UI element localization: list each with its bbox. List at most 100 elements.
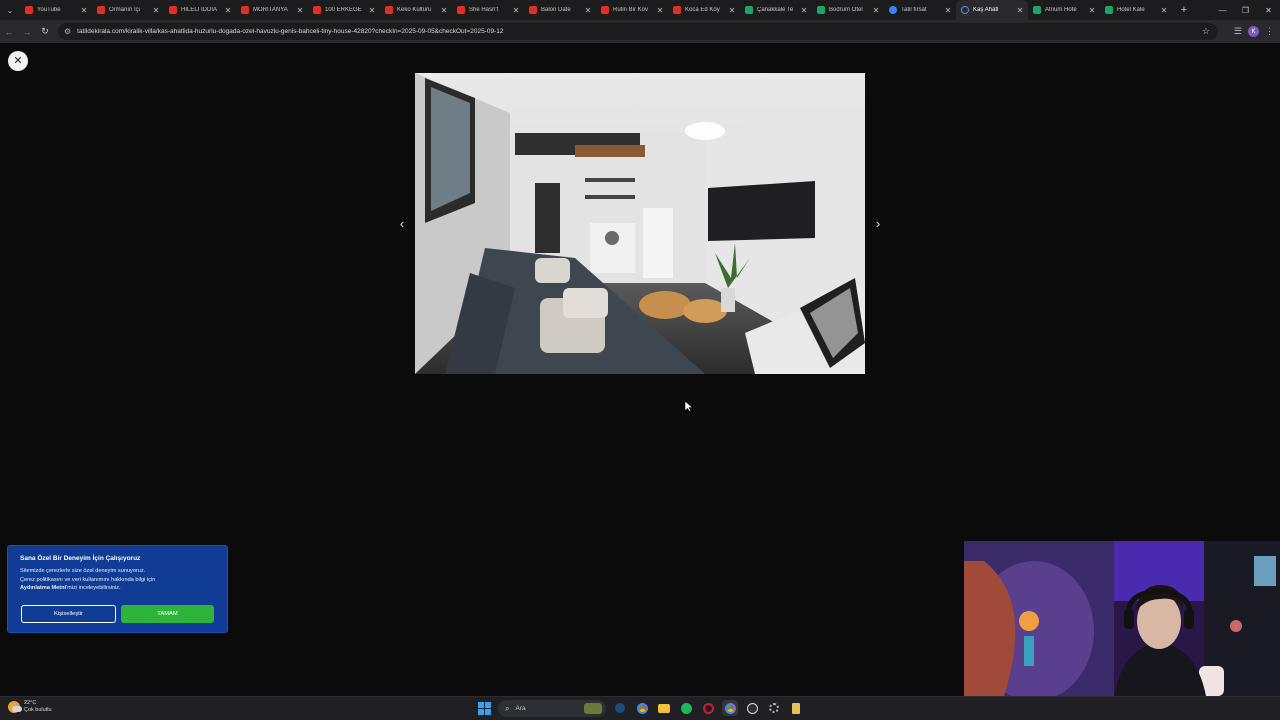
obs-icon[interactable] bbox=[744, 700, 760, 716]
new-tab-button[interactable]: + bbox=[1176, 4, 1192, 16]
browser-tab-strip: ⌄ YouTube ✕ Ormanın İçi ✕ HİLELİ İDDİA ✕ MORIT… bbox=[0, 0, 1280, 20]
cookie-body: Sitemizde çerezlerle size özel deneyim s… bbox=[20, 567, 215, 593]
tab-label: Atrium Hote bbox=[1045, 7, 1077, 13]
close-tab-icon[interactable]: ✕ bbox=[80, 6, 88, 15]
browser-tab[interactable]: Balon Date ✕ bbox=[524, 0, 596, 20]
close-tab-icon[interactable]: ✕ bbox=[1160, 6, 1168, 15]
bookmark-star-icon[interactable]: ☆ bbox=[1202, 26, 1210, 37]
os-taskbar: 22°C Çok bulutlu ⌕ Ara bbox=[0, 696, 1280, 720]
sheet-icon bbox=[1033, 6, 1041, 14]
cookie-actions: Kişiselleştir TAMAM bbox=[21, 605, 214, 623]
close-lightbox-button[interactable]: ✕ bbox=[8, 51, 28, 71]
cookie-line-3-rest: 'mizi inceleyebilirsiniz. bbox=[66, 585, 121, 591]
close-tab-icon[interactable]: ✕ bbox=[368, 6, 376, 15]
browser-toolbar: ← → ↻ ⚙ tatildekirala.com/kiralik-villa/… bbox=[0, 20, 1280, 43]
accept-button[interactable]: TAMAM bbox=[121, 605, 214, 623]
youtube-icon bbox=[97, 6, 105, 14]
browser-tab[interactable]: Koca Ed Köy ✕ bbox=[668, 0, 740, 20]
tab-search-button[interactable]: ⌄ bbox=[0, 0, 20, 20]
opera-icon[interactable] bbox=[700, 700, 716, 716]
youtube-icon bbox=[385, 6, 393, 14]
youtube-icon bbox=[313, 6, 321, 14]
windows-start-icon[interactable] bbox=[478, 702, 491, 715]
restore-icon[interactable]: ❐ bbox=[1234, 0, 1257, 20]
minimize-icon[interactable]: — bbox=[1211, 0, 1234, 20]
close-tab-icon[interactable]: ✕ bbox=[512, 6, 520, 15]
close-tab-icon[interactable]: ✕ bbox=[728, 6, 736, 15]
tab-list: YouTube ✕ Ormanın İçi ✕ HİLELİ İDDİA ✕ MORITAN… bbox=[20, 0, 1172, 20]
browser-tab[interactable]: Rutin Bir Kov ✕ bbox=[596, 0, 668, 20]
close-tab-icon[interactable]: ✕ bbox=[1016, 6, 1024, 15]
close-tab-icon[interactable]: ✕ bbox=[440, 6, 448, 15]
close-tab-icon[interactable]: ✕ bbox=[800, 6, 808, 15]
chrome-active-icon[interactable] bbox=[722, 700, 738, 716]
browser-tab[interactable]: Hotel Kale ✕ bbox=[1100, 0, 1172, 20]
cookie-line-2: Çerez politikasını ve veri kullanımını h… bbox=[20, 576, 156, 583]
youtube-icon bbox=[457, 6, 465, 14]
site-info-icon[interactable]: ⚙ bbox=[64, 27, 71, 36]
cookie-line-3: Aydınlatma Metni'mizi inceleyebilirsiniz… bbox=[20, 584, 215, 593]
taskbar-search-placeholder: Ara bbox=[515, 705, 526, 712]
youtube-icon bbox=[241, 6, 249, 14]
address-bar[interactable]: ⚙ tatildekirala.com/kiralik-villa/kas-ah… bbox=[58, 23, 1218, 40]
taskbar-search[interactable]: ⌕ Ara bbox=[498, 700, 606, 717]
next-photo-icon[interactable]: › bbox=[871, 216, 885, 231]
forward-icon[interactable]: → bbox=[18, 23, 36, 41]
previous-photo-icon[interactable]: ‹ bbox=[395, 216, 409, 231]
close-tab-icon[interactable]: ✕ bbox=[296, 6, 304, 15]
browser-tab[interactable]: Atrium Hote ✕ bbox=[1028, 0, 1100, 20]
media-control-icon[interactable]: ☰ bbox=[1234, 26, 1242, 37]
search-icon: ⌕ bbox=[505, 703, 510, 713]
tab-label: Çanakkale Te bbox=[757, 7, 794, 13]
tab-label: MORITANYA bbox=[253, 7, 288, 13]
browser-tab[interactable]: 100 ERKEĞE ✕ bbox=[308, 0, 380, 20]
profile-avatar[interactable]: K bbox=[1248, 26, 1259, 37]
tab-label: Kaş Ahatl bbox=[973, 7, 999, 13]
privacy-notice-link[interactable]: Aydınlatma Metni bbox=[20, 585, 66, 591]
weather-widget[interactable]: 22°C Çok bulutlu bbox=[8, 700, 52, 714]
menu-kebab-icon[interactable]: ⋮ bbox=[1265, 26, 1274, 37]
close-tab-icon[interactable]: ✕ bbox=[152, 6, 160, 15]
file-explorer-icon[interactable] bbox=[656, 700, 672, 716]
browser-tab[interactable]: Çanakkale Te ✕ bbox=[740, 0, 812, 20]
tab-label: Hotel Kale bbox=[1117, 7, 1145, 13]
weather-cloud-icon bbox=[8, 701, 22, 713]
browser-tab[interactable]: She Hasn't ✕ bbox=[452, 0, 524, 20]
close-tab-icon[interactable]: ✕ bbox=[224, 6, 232, 15]
search-highlight-image bbox=[584, 703, 602, 714]
chrome-icon[interactable] bbox=[634, 700, 650, 716]
settings-gear-icon[interactable] bbox=[766, 700, 782, 716]
browser-tab[interactable]: MORITANYA ✕ bbox=[236, 0, 308, 20]
customize-button[interactable]: Kişiselleştir bbox=[21, 605, 116, 623]
steam-icon[interactable] bbox=[612, 700, 628, 716]
close-tab-icon[interactable]: ✕ bbox=[1088, 6, 1096, 15]
back-icon[interactable]: ← bbox=[0, 23, 18, 41]
tab-label: Ormanın İçi bbox=[109, 7, 141, 13]
youtube-icon bbox=[673, 6, 681, 14]
close-tab-icon[interactable]: ✕ bbox=[584, 6, 592, 15]
tab-label: Tatil fırsat bbox=[901, 7, 927, 13]
browser-tab[interactable]: Keko Kültürü ✕ bbox=[380, 0, 452, 20]
close-tab-icon[interactable]: ✕ bbox=[656, 6, 664, 15]
close-tab-icon[interactable]: ✕ bbox=[872, 6, 880, 15]
youtube-icon bbox=[601, 6, 609, 14]
weather-condition: Çok bulutlu bbox=[24, 707, 52, 713]
browser-tab[interactable]: YouTube ✕ bbox=[20, 0, 92, 20]
window-controls: — ❐ ✕ bbox=[1211, 0, 1280, 20]
close-window-icon[interactable]: ✕ bbox=[1257, 0, 1280, 20]
sheet-icon bbox=[745, 6, 753, 14]
notepad-icon[interactable] bbox=[788, 700, 804, 716]
browser-tab[interactable]: HİLELİ İDDİA ✕ bbox=[164, 0, 236, 20]
reload-icon[interactable]: ↻ bbox=[36, 23, 54, 41]
loading-icon bbox=[961, 6, 969, 14]
browser-tab[interactable]: Tatil fırsat ✕ bbox=[884, 0, 956, 20]
screen: ⌄ YouTube ✕ Ormanın İçi ✕ HİLELİ İDDİA ✕ MORIT… bbox=[0, 0, 1280, 720]
browser-tab[interactable]: Ormanın İçi ✕ bbox=[92, 0, 164, 20]
google-icon bbox=[889, 6, 897, 14]
tab-label: Rutin Bir Kov bbox=[613, 7, 649, 13]
youtube-icon bbox=[169, 6, 177, 14]
browser-tab[interactable]: Kaş Ahatl ✕ bbox=[956, 0, 1028, 20]
browser-tab[interactable]: Bodrum Otel ✕ bbox=[812, 0, 884, 20]
spotify-icon[interactable] bbox=[678, 700, 694, 716]
close-tab-icon[interactable]: ✕ bbox=[944, 6, 952, 15]
